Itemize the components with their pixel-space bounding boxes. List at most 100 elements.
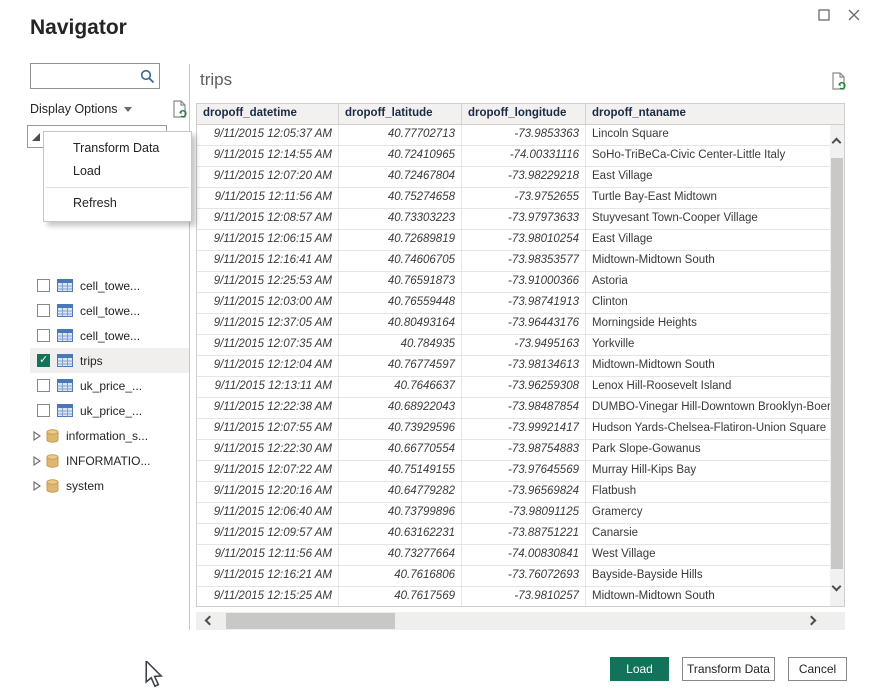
close-button[interactable] [845, 6, 863, 24]
table-row[interactable]: 9/11/2015 12:07:20 AM 40.72467804 -73.98… [197, 167, 844, 188]
cell-dropoff-datetime: 9/11/2015 12:07:55 AM [197, 419, 339, 439]
menu-item-transform-data[interactable]: Transform Data [44, 137, 191, 160]
tree-item-label: uk_price_... [80, 379, 142, 393]
scroll-down-icon[interactable] [832, 582, 842, 592]
cell-dropoff-ntaname: Morningside Heights [586, 314, 844, 334]
tree-item-label: cell_towe... [80, 304, 140, 318]
table-row[interactable]: 9/11/2015 12:07:22 AM 40.75149155 -73.97… [197, 461, 844, 482]
table-checkbox[interactable] [37, 304, 50, 317]
tree-item-label: uk_price_... [80, 404, 142, 418]
tree-item-label: cell_towe... [80, 279, 140, 293]
preview-table-body: 9/11/2015 12:05:37 AM 40.77702713 -73.98… [197, 125, 844, 607]
vertical-scrollbar[interactable] [830, 125, 844, 606]
transform-data-button[interactable]: Transform Data [682, 657, 775, 681]
expander-collapsed-icon[interactable] [32, 481, 42, 491]
chevron-down-icon[interactable] [124, 107, 132, 112]
column-header[interactable]: dropoff_latitude [339, 104, 462, 124]
cell-dropoff-ntaname: Yorkville [586, 335, 844, 355]
table-row[interactable]: 9/11/2015 12:22:30 AM 40.66770554 -73.98… [197, 440, 844, 461]
column-header[interactable]: dropoff_longitude [462, 104, 586, 124]
menu-item-refresh[interactable]: Refresh [44, 192, 191, 215]
display-options-dropdown[interactable]: Display Options [30, 102, 118, 116]
table-row[interactable]: 9/11/2015 12:07:55 AM 40.73929596 -73.99… [197, 419, 844, 440]
table-checkbox[interactable] [37, 404, 50, 417]
tree-item-table[interactable]: cell_towe... [30, 273, 190, 298]
column-header[interactable]: dropoff_datetime [197, 104, 339, 124]
search-input[interactable] [35, 66, 137, 86]
menu-item-load[interactable]: Load [44, 160, 191, 183]
table-row[interactable]: 9/11/2015 12:16:41 AM 40.74606705 -73.98… [197, 251, 844, 272]
scroll-right-icon[interactable] [807, 616, 817, 626]
table-row[interactable]: 9/11/2015 12:06:15 AM 40.72689819 -73.98… [197, 230, 844, 251]
cell-dropoff-datetime: 9/11/2015 12:14:55 AM [197, 146, 339, 166]
cell-dropoff-datetime: 9/11/2015 12:37:05 AM [197, 314, 339, 334]
cell-dropoff-datetime: 9/11/2015 12:22:30 AM [197, 440, 339, 460]
table-row[interactable]: 9/11/2015 12:37:05 AM 40.80493164 -73.96… [197, 314, 844, 335]
table-row[interactable]: 9/11/2015 12:16:21 AM 40.7616806 -73.760… [197, 566, 844, 587]
context-menu: Transform Data Load Refresh [43, 131, 192, 222]
search-box[interactable] [30, 63, 160, 89]
load-button[interactable]: Load [610, 657, 669, 681]
cancel-button[interactable]: Cancel [788, 657, 847, 681]
cell-dropoff-longitude: -73.96569824 [462, 482, 586, 502]
expander-collapsed-icon[interactable] [32, 431, 42, 441]
table-row[interactable]: 9/11/2015 12:20:16 AM 40.64779282 -73.96… [197, 482, 844, 503]
tree-item-table[interactable]: cell_towe... [30, 298, 190, 323]
database-icon [46, 479, 59, 493]
expander-expanded-icon[interactable] [32, 133, 40, 141]
table-row[interactable]: 9/11/2015 12:05:37 AM 40.77702713 -73.98… [197, 125, 844, 146]
cell-dropoff-latitude: 40.80493164 [339, 314, 462, 334]
table-checkbox[interactable] [37, 329, 50, 342]
menu-separator [46, 187, 189, 188]
table-row[interactable]: 9/11/2015 12:22:38 AM 40.68922043 -73.98… [197, 398, 844, 419]
tree-item-label: trips [80, 354, 103, 368]
tree-item-database[interactable]: system [30, 473, 190, 498]
scroll-up-icon[interactable] [832, 138, 842, 148]
table-row[interactable]: 9/11/2015 12:11:56 AM 40.73277664 -74.00… [197, 545, 844, 566]
scroll-left-icon[interactable] [205, 616, 215, 626]
cell-dropoff-latitude: 40.66770554 [339, 440, 462, 460]
refresh-list-icon[interactable] [171, 100, 188, 119]
table-row[interactable]: 9/11/2015 12:07:35 AM 40.784935 -73.9495… [197, 335, 844, 356]
table-row[interactable]: 9/11/2015 12:08:57 AM 40.73303223 -73.97… [197, 209, 844, 230]
horizontal-scrollbar-thumb[interactable] [226, 613, 395, 629]
cell-dropoff-longitude: -73.97645569 [462, 461, 586, 481]
table-row[interactable]: 9/11/2015 12:11:56 AM 40.75274658 -73.97… [197, 188, 844, 209]
table-row[interactable]: 9/11/2015 12:09:57 AM 40.63162231 -73.88… [197, 524, 844, 545]
table-row[interactable]: 9/11/2015 12:14:55 AM 40.72410965 -74.00… [197, 146, 844, 167]
preview-title: trips [200, 70, 232, 90]
page-title: Navigator [30, 16, 127, 40]
table-checkbox[interactable] [37, 379, 50, 392]
tree-item-database[interactable]: information_s... [30, 423, 190, 448]
cell-dropoff-ntaname: Flatbush [586, 482, 844, 502]
tree-item-label: INFORMATIO... [66, 454, 150, 468]
database-icon [46, 429, 59, 443]
table-row[interactable]: 9/11/2015 12:13:11 AM 40.7646637 -73.962… [197, 377, 844, 398]
column-header[interactable]: dropoff_ntaname [586, 104, 844, 124]
cell-dropoff-longitude: -73.96443176 [462, 314, 586, 334]
table-checkbox[interactable] [37, 354, 50, 367]
refresh-preview-icon[interactable] [830, 72, 847, 91]
expander-collapsed-icon[interactable] [32, 456, 42, 466]
table-row[interactable]: 9/11/2015 12:03:00 AM 40.76559448 -73.98… [197, 293, 844, 314]
table-row[interactable]: 9/11/2015 12:12:04 AM 40.76774597 -73.98… [197, 356, 844, 377]
tree-item-label: information_s... [66, 429, 148, 443]
tree-item-table[interactable]: uk_price_... [30, 398, 190, 423]
table-checkbox[interactable] [37, 279, 50, 292]
tree-item-table[interactable]: trips [30, 348, 190, 373]
horizontal-scrollbar[interactable] [196, 612, 845, 630]
table-row[interactable]: 9/11/2015 12:25:53 AM 40.76591873 -73.91… [197, 272, 844, 293]
cell-dropoff-latitude: 40.73799896 [339, 503, 462, 523]
tree-item-table[interactable]: cell_towe... [30, 323, 190, 348]
footer: Load Transform Data Cancel [0, 655, 873, 691]
table-row[interactable]: 9/11/2015 12:15:25 AM 40.7617569 -73.981… [197, 587, 844, 607]
cell-dropoff-latitude: 40.75149155 [339, 461, 462, 481]
tree-item-database[interactable]: INFORMATIO... [30, 448, 190, 473]
cell-dropoff-datetime: 9/11/2015 12:20:16 AM [197, 482, 339, 502]
vertical-scrollbar-thumb[interactable] [831, 158, 843, 569]
maximize-button[interactable] [815, 6, 833, 24]
cell-dropoff-ntaname: Clinton [586, 293, 844, 313]
table-row[interactable]: 9/11/2015 12:06:40 AM 40.73799896 -73.98… [197, 503, 844, 524]
tree-item-table[interactable]: uk_price_... [30, 373, 190, 398]
cell-dropoff-latitude: 40.7617569 [339, 587, 462, 607]
